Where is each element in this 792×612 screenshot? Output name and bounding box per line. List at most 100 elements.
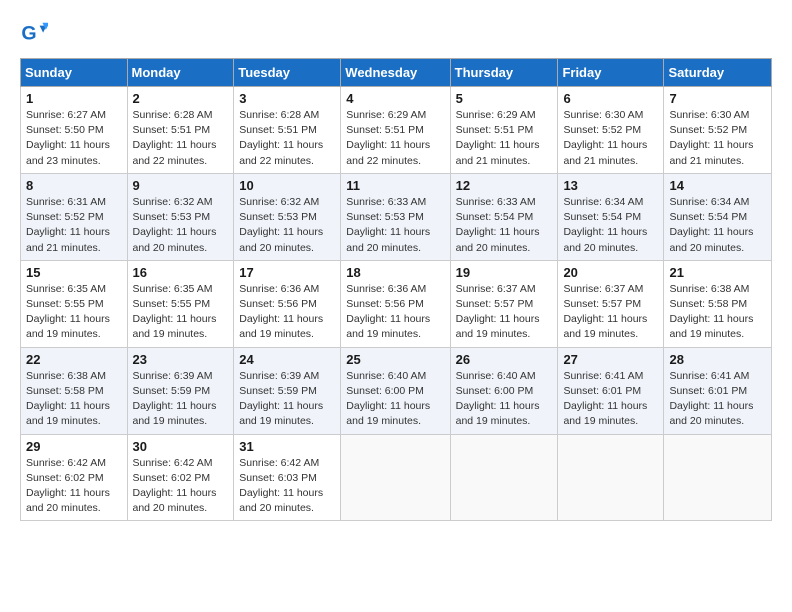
- calendar-cell: 28Sunrise: 6:41 AMSunset: 6:01 PMDayligh…: [664, 347, 772, 434]
- calendar-cell: 16 Sunrise: 6:35 AMSunset: 5:55 PMDayligh…: [127, 260, 234, 347]
- day-number: 8: [26, 178, 122, 193]
- day-number: 2: [133, 91, 229, 106]
- day-number: 11: [346, 178, 444, 193]
- day-info: Sunrise: 6:37 AMSunset: 5:57 PMDaylight:…: [563, 282, 658, 343]
- day-number: 17: [239, 265, 335, 280]
- calendar-page: G SundayMondayTuesdayWednesdayThursdayFr…: [0, 0, 792, 612]
- calendar-week-row: 29 Sunrise: 6:42 AMSunset: 6:02 PMDayligh…: [21, 434, 772, 521]
- day-info: Sunrise: 6:35 AMSunset: 5:55 PMDaylight:…: [133, 282, 229, 343]
- calendar-cell: 14Sunrise: 6:34 AMSunset: 5:54 PMDayligh…: [664, 173, 772, 260]
- calendar-body: 1 Sunrise: 6:27 AMSunset: 5:50 PMDaylight…: [21, 87, 772, 521]
- day-info: Sunrise: 6:39 AMSunset: 5:59 PMDaylight:…: [133, 369, 229, 430]
- day-number: 19: [456, 265, 553, 280]
- day-number: 20: [563, 265, 658, 280]
- calendar-cell: 20 Sunrise: 6:37 AMSunset: 5:57 PMDayligh…: [558, 260, 664, 347]
- day-info: Sunrise: 6:29 AMSunset: 5:51 PMDaylight:…: [456, 108, 553, 169]
- day-info: Sunrise: 6:31 AMSunset: 5:52 PMDaylight:…: [26, 195, 122, 256]
- calendar-cell: 25 Sunrise: 6:40 AMSunset: 6:00 PMDayligh…: [341, 347, 450, 434]
- day-of-week-header: Saturday: [664, 59, 772, 87]
- day-info: Sunrise: 6:28 AMSunset: 5:51 PMDaylight:…: [133, 108, 229, 169]
- calendar-cell: 30 Sunrise: 6:42 AMSunset: 6:02 PMDayligh…: [127, 434, 234, 521]
- day-number: 14: [669, 178, 766, 193]
- day-number: 7: [669, 91, 766, 106]
- day-number: 27: [563, 352, 658, 367]
- calendar-cell: 12 Sunrise: 6:33 AMSunset: 5:54 PMDayligh…: [450, 173, 558, 260]
- calendar-cell: 18 Sunrise: 6:36 AMSunset: 5:56 PMDayligh…: [341, 260, 450, 347]
- svg-text:G: G: [21, 23, 36, 45]
- calendar-cell: 15Sunrise: 6:35 AMSunset: 5:55 PMDayligh…: [21, 260, 128, 347]
- day-info: Sunrise: 6:28 AMSunset: 5:51 PMDaylight:…: [239, 108, 335, 169]
- day-info: Sunrise: 6:39 AMSunset: 5:59 PMDaylight:…: [239, 369, 335, 430]
- day-number: 25: [346, 352, 444, 367]
- day-number: 6: [563, 91, 658, 106]
- calendar-cell: 3 Sunrise: 6:28 AMSunset: 5:51 PMDaylight…: [234, 87, 341, 174]
- calendar-week-row: 8 Sunrise: 6:31 AMSunset: 5:52 PMDaylight…: [21, 173, 772, 260]
- calendar-header-row: SundayMondayTuesdayWednesdayThursdayFrid…: [21, 59, 772, 87]
- day-info: Sunrise: 6:33 AMSunset: 5:53 PMDaylight:…: [346, 195, 444, 256]
- calendar-cell: 26 Sunrise: 6:40 AMSunset: 6:00 PMDayligh…: [450, 347, 558, 434]
- calendar-cell: 31Sunrise: 6:42 AMSunset: 6:03 PMDayligh…: [234, 434, 341, 521]
- day-number: 13: [563, 178, 658, 193]
- calendar-cell: 17Sunrise: 6:36 AMSunset: 5:56 PMDayligh…: [234, 260, 341, 347]
- day-number: 12: [456, 178, 553, 193]
- calendar-cell: 19 Sunrise: 6:37 AMSunset: 5:57 PMDayligh…: [450, 260, 558, 347]
- day-info: Sunrise: 6:32 AMSunset: 5:53 PMDaylight:…: [239, 195, 335, 256]
- day-info: Sunrise: 6:30 AMSunset: 5:52 PMDaylight:…: [669, 108, 766, 169]
- day-number: 26: [456, 352, 553, 367]
- day-of-week-header: Friday: [558, 59, 664, 87]
- day-info: Sunrise: 6:32 AMSunset: 5:53 PMDaylight:…: [133, 195, 229, 256]
- calendar-cell: 22Sunrise: 6:38 AMSunset: 5:58 PMDayligh…: [21, 347, 128, 434]
- day-info: Sunrise: 6:42 AMSunset: 6:02 PMDaylight:…: [26, 456, 122, 517]
- calendar-cell: 13Sunrise: 6:34 AMSunset: 5:54 PMDayligh…: [558, 173, 664, 260]
- day-number: 3: [239, 91, 335, 106]
- day-info: Sunrise: 6:38 AMSunset: 5:58 PMDaylight:…: [669, 282, 766, 343]
- day-number: 1: [26, 91, 122, 106]
- calendar-cell: [558, 434, 664, 521]
- day-info: Sunrise: 6:36 AMSunset: 5:56 PMDaylight:…: [346, 282, 444, 343]
- day-info: Sunrise: 6:30 AMSunset: 5:52 PMDaylight:…: [563, 108, 658, 169]
- calendar-table: SundayMondayTuesdayWednesdayThursdayFrid…: [20, 58, 772, 521]
- day-number: 5: [456, 91, 553, 106]
- day-of-week-header: Thursday: [450, 59, 558, 87]
- day-info: Sunrise: 6:35 AMSunset: 5:55 PMDaylight:…: [26, 282, 122, 343]
- calendar-cell: 29 Sunrise: 6:42 AMSunset: 6:02 PMDayligh…: [21, 434, 128, 521]
- calendar-cell: 10Sunrise: 6:32 AMSunset: 5:53 PMDayligh…: [234, 173, 341, 260]
- calendar-week-row: 15Sunrise: 6:35 AMSunset: 5:55 PMDayligh…: [21, 260, 772, 347]
- day-number: 23: [133, 352, 229, 367]
- day-info: Sunrise: 6:41 AMSunset: 6:01 PMDaylight:…: [563, 369, 658, 430]
- day-info: Sunrise: 6:27 AMSunset: 5:50 PMDaylight:…: [26, 108, 122, 169]
- day-number: 22: [26, 352, 122, 367]
- day-of-week-header: Sunday: [21, 59, 128, 87]
- day-of-week-header: Tuesday: [234, 59, 341, 87]
- day-number: 18: [346, 265, 444, 280]
- day-info: Sunrise: 6:40 AMSunset: 6:00 PMDaylight:…: [346, 369, 444, 430]
- day-number: 29: [26, 439, 122, 454]
- day-number: 21: [669, 265, 766, 280]
- calendar-cell: 5 Sunrise: 6:29 AMSunset: 5:51 PMDaylight…: [450, 87, 558, 174]
- calendar-cell: 8 Sunrise: 6:31 AMSunset: 5:52 PMDaylight…: [21, 173, 128, 260]
- calendar-cell: 27 Sunrise: 6:41 AMSunset: 6:01 PMDayligh…: [558, 347, 664, 434]
- day-number: 9: [133, 178, 229, 193]
- day-number: 4: [346, 91, 444, 106]
- header: G: [20, 15, 772, 48]
- calendar-cell: 9 Sunrise: 6:32 AMSunset: 5:53 PMDaylight…: [127, 173, 234, 260]
- calendar-cell: 21 Sunrise: 6:38 AMSunset: 5:58 PMDayligh…: [664, 260, 772, 347]
- calendar-cell: [341, 434, 450, 521]
- calendar-cell: 11 Sunrise: 6:33 AMSunset: 5:53 PMDayligh…: [341, 173, 450, 260]
- logo-icon: G: [20, 20, 48, 48]
- calendar-cell: 1 Sunrise: 6:27 AMSunset: 5:50 PMDaylight…: [21, 87, 128, 174]
- day-of-week-header: Monday: [127, 59, 234, 87]
- day-of-week-header: Wednesday: [341, 59, 450, 87]
- day-info: Sunrise: 6:33 AMSunset: 5:54 PMDaylight:…: [456, 195, 553, 256]
- calendar-cell: 6 Sunrise: 6:30 AMSunset: 5:52 PMDaylight…: [558, 87, 664, 174]
- calendar-week-row: 22Sunrise: 6:38 AMSunset: 5:58 PMDayligh…: [21, 347, 772, 434]
- day-info: Sunrise: 6:37 AMSunset: 5:57 PMDaylight:…: [456, 282, 553, 343]
- calendar-cell: 4Sunrise: 6:29 AMSunset: 5:51 PMDaylight…: [341, 87, 450, 174]
- day-number: 16: [133, 265, 229, 280]
- calendar-week-row: 1 Sunrise: 6:27 AMSunset: 5:50 PMDaylight…: [21, 87, 772, 174]
- calendar-cell: 2 Sunrise: 6:28 AMSunset: 5:51 PMDaylight…: [127, 87, 234, 174]
- day-info: Sunrise: 6:40 AMSunset: 6:00 PMDaylight:…: [456, 369, 553, 430]
- day-number: 30: [133, 439, 229, 454]
- calendar-cell: 7 Sunrise: 6:30 AMSunset: 5:52 PMDaylight…: [664, 87, 772, 174]
- day-info: Sunrise: 6:42 AMSunset: 6:02 PMDaylight:…: [133, 456, 229, 517]
